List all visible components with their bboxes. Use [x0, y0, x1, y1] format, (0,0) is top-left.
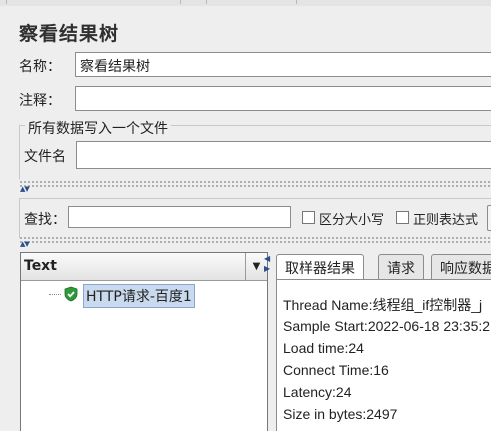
page-title: 察看结果树 [19, 23, 120, 45]
filename-label: 文件名 [24, 149, 66, 165]
vertical-splitter[interactable]: ◀ ▶ [264, 252, 272, 431]
collapse-right-arrow-icon[interactable]: ▶ [264, 264, 270, 273]
result-connect-time: Connect Time:16 [283, 362, 389, 378]
result-sample-start: Sample Start:2022-06-18 23:35:2 [283, 318, 491, 334]
search-input[interactable] [68, 206, 291, 228]
filename-input[interactable] [76, 141, 491, 169]
splitter-arrows-icon[interactable]: ▲▼ [20, 240, 30, 248]
search-button[interactable] [487, 205, 491, 231]
top-tab-strip [0, 0, 491, 6]
file-group-title: 所有数据写入一个文件 [25, 118, 171, 138]
tab-response-data[interactable]: 响应数据 [431, 254, 491, 279]
splitter-handle[interactable] [19, 180, 491, 188]
sampler-result-pane[interactable]: Thread Name:线程组_if控制器_j Sample Start:202… [276, 279, 491, 431]
result-size-in-bytes: Size in bytes:2497 [283, 406, 398, 422]
splitter-arrows-icon[interactable]: ▲▼ [20, 185, 30, 193]
tab-edge [6, 0, 7, 4]
name-label: 名称： [19, 59, 61, 75]
case-sensitive-checkbox[interactable] [302, 211, 315, 224]
tree-connector-line [49, 294, 61, 295]
search-label: 查找： [24, 212, 66, 228]
tab-edge [206, 0, 207, 4]
tab-edge [296, 0, 297, 4]
case-sensitive-label: 区分大小写 [319, 213, 385, 228]
comment-input[interactable] [75, 86, 491, 111]
regex-label: 正则表达式 [413, 213, 479, 228]
result-latency: Latency:24 [283, 384, 352, 400]
tree-node-label[interactable]: HTTP请求-百度1 [83, 284, 195, 308]
result-thread-name: Thread Name:线程组_if控制器_j [283, 297, 483, 313]
result-load-time: Load time:24 [283, 340, 364, 356]
result-tree[interactable]: Text ▼ HTTP请求-百度1 [20, 252, 268, 431]
tab-request[interactable]: 请求 [378, 254, 424, 279]
comment-label: 注释： [19, 93, 61, 109]
name-input[interactable]: 察看结果树 [75, 52, 491, 77]
tree-column-title: Text [24, 258, 57, 274]
tree-column-header[interactable]: Text ▼ [21, 253, 267, 281]
regex-checkbox[interactable] [396, 211, 409, 224]
tab-edge [180, 0, 181, 4]
collapse-left-arrow-icon[interactable]: ◀ [264, 254, 270, 263]
shield-check-icon [64, 286, 78, 302]
splitter-handle[interactable] [19, 236, 491, 244]
tab-sampler-result[interactable]: 取样器结果 [276, 254, 364, 279]
